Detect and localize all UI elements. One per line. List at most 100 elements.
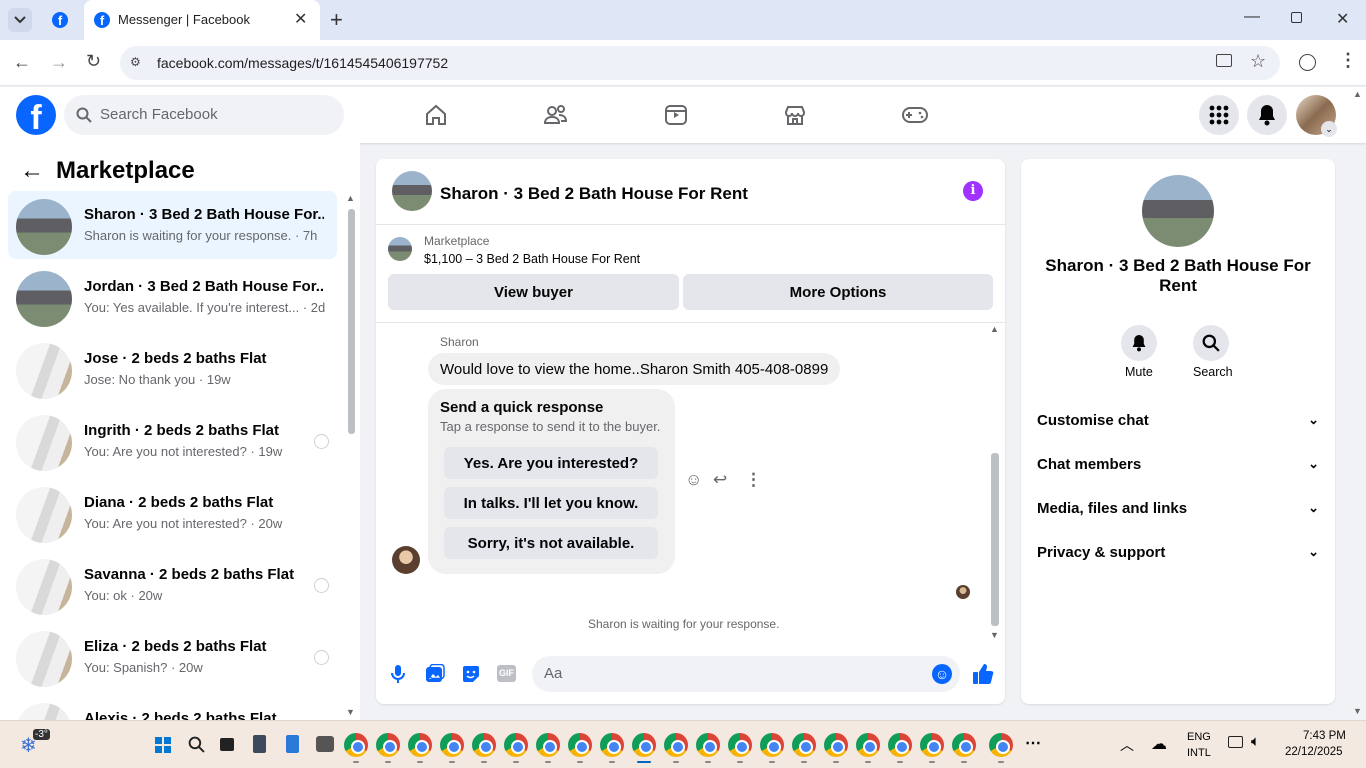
- close-window-icon[interactable]: ✕: [1336, 9, 1349, 29]
- message-input[interactable]: Aa ☺: [532, 656, 960, 692]
- chat-title[interactable]: Sharon · 3 Bed 2 Bath House For Rent: [440, 184, 748, 204]
- chrome-taskbar-icon[interactable]: [536, 733, 560, 757]
- app-icon[interactable]: [316, 736, 334, 752]
- conversation-item[interactable]: Alexis · 2 beds 2 baths Flat: [8, 695, 337, 720]
- mark-read-circle-icon[interactable]: [314, 434, 329, 449]
- language-code[interactable]: ENG: [1187, 731, 1211, 743]
- chat-info-icon[interactable]: i: [963, 181, 983, 201]
- mute-button[interactable]: [1121, 325, 1157, 361]
- conversation-item[interactable]: Sharon · 3 Bed 2 Bath House For... Sharon…: [8, 191, 337, 259]
- windows-start-icon[interactable]: [155, 737, 171, 753]
- conversation-item[interactable]: Jose · 2 beds 2 baths Flat Jose: No thank…: [8, 335, 337, 403]
- chrome-taskbar-icon[interactable]: [408, 733, 432, 757]
- marketplace-nav-icon[interactable]: [775, 97, 815, 133]
- chrome-taskbar-icon[interactable]: [472, 733, 496, 757]
- browser-menu-icon[interactable]: ⋮: [1339, 50, 1357, 71]
- new-tab-icon[interactable]: +: [330, 7, 343, 33]
- chrome-taskbar-icon[interactable]: [440, 733, 464, 757]
- notes-app-icon[interactable]: [286, 735, 299, 753]
- account-chevron-down-icon[interactable]: ⌄: [1321, 121, 1337, 137]
- chat-scroll-down-icon[interactable]: ▼: [990, 630, 999, 640]
- chrome-taskbar-icon[interactable]: [888, 733, 912, 757]
- details-listing-avatar[interactable]: [1142, 175, 1214, 247]
- profile-icon[interactable]: [1299, 54, 1316, 71]
- conversation-item[interactable]: Jordan · 3 Bed 2 Bath House For... You: Y…: [8, 263, 337, 331]
- page-scroll-down-icon[interactable]: ▼: [1353, 706, 1362, 716]
- chat-listing-avatar[interactable]: [392, 171, 432, 211]
- home-nav-icon[interactable]: [416, 97, 456, 133]
- calculator-icon[interactable]: [253, 735, 266, 753]
- gaming-nav-icon[interactable]: [895, 97, 935, 133]
- chrome-taskbar-icon[interactable]: [632, 733, 656, 757]
- chrome-taskbar-icon[interactable]: [952, 733, 976, 757]
- clock-time[interactable]: 7:43 PM: [1303, 730, 1346, 742]
- volume-icon[interactable]: 🔈︎: [1251, 733, 1260, 750]
- photo-icon[interactable]: [425, 664, 445, 684]
- page-scroll-up-icon[interactable]: ▲: [1353, 89, 1362, 99]
- conversation-item[interactable]: Diana · 2 beds 2 baths Flat You: Are you …: [8, 479, 337, 547]
- friends-nav-icon[interactable]: [536, 97, 576, 133]
- chrome-taskbar-icon[interactable]: [664, 733, 688, 757]
- chrome-taskbar-icon[interactable]: [760, 733, 784, 757]
- listing-price-title[interactable]: $1,100 – 3 Bed 2 Bath House For Rent: [424, 252, 640, 266]
- listing-thumbnail[interactable]: [388, 237, 412, 261]
- forward-icon[interactable]: →: [50, 52, 68, 73]
- chat-scrollbar-thumb[interactable]: [991, 453, 999, 626]
- reply-icon[interactable]: ↩: [713, 470, 727, 490]
- url-text[interactable]: facebook.com/messages/t/1614545406197752: [157, 55, 448, 71]
- site-info-icon[interactable]: ⚙: [130, 55, 146, 69]
- search-box[interactable]: Search Facebook: [64, 95, 344, 135]
- react-emoji-icon[interactable]: ☺: [685, 470, 702, 490]
- address-bar[interactable]: ⚙ facebook.com/messages/t/16145454061977…: [120, 46, 1280, 80]
- left-scroll-up-icon[interactable]: ▲: [346, 193, 355, 203]
- quick-reply-not-available[interactable]: Sorry, it's not available.: [444, 527, 658, 559]
- chrome-taskbar-icon[interactable]: [376, 733, 400, 757]
- keyboard-layout[interactable]: INTL: [1187, 747, 1211, 759]
- mark-read-circle-icon[interactable]: [314, 650, 329, 665]
- back-arrow-icon[interactable]: ←: [20, 157, 44, 185]
- mark-read-circle-icon[interactable]: [314, 578, 329, 593]
- media-files-links-section[interactable]: Media, files and links ⌄: [1037, 493, 1319, 523]
- message-bubble[interactable]: Would love to view the home..Sharon Smit…: [428, 353, 841, 385]
- left-scrollbar-thumb[interactable]: [348, 209, 355, 434]
- bookmark-star-icon[interactable]: ☆: [1250, 51, 1266, 72]
- search-in-chat-button[interactable]: [1193, 325, 1229, 361]
- install-app-icon[interactable]: [1216, 54, 1232, 67]
- chrome-taskbar-icon[interactable]: [792, 733, 816, 757]
- chrome-taskbar-icon[interactable]: [824, 733, 848, 757]
- conversation-item[interactable]: Savanna · 2 beds 2 baths Flat You: ok · 2…: [8, 551, 337, 619]
- sticker-icon[interactable]: [461, 664, 481, 684]
- gif-icon[interactable]: GIF: [497, 665, 516, 682]
- show-hidden-icons-chevron-icon[interactable]: ︿: [1120, 735, 1134, 755]
- chrome-taskbar-icon[interactable]: [600, 733, 624, 757]
- chrome-taskbar-icon[interactable]: [989, 733, 1013, 757]
- search-input[interactable]: Search Facebook: [100, 106, 218, 123]
- like-thumbs-up-icon[interactable]: [972, 663, 994, 685]
- emoji-icon[interactable]: ☺: [932, 664, 952, 684]
- chrome-taskbar-icon[interactable]: [504, 733, 528, 757]
- left-scroll-down-icon[interactable]: ▼: [346, 707, 355, 717]
- chrome-taskbar-icon[interactable]: [728, 733, 752, 757]
- notifications-bell-icon[interactable]: [1247, 95, 1287, 135]
- facebook-pinned-tab-icon[interactable]: f: [52, 12, 68, 28]
- video-nav-icon[interactable]: [656, 97, 696, 133]
- quick-reply-yes[interactable]: Yes. Are you interested?: [444, 447, 658, 479]
- message-more-icon[interactable]: ⋮: [745, 470, 762, 490]
- customise-chat-section[interactable]: Customise chat ⌄: [1037, 405, 1319, 435]
- chat-scroll-up-icon[interactable]: ▲: [990, 324, 999, 334]
- more-options-button[interactable]: More Options: [683, 274, 993, 310]
- conversation-item[interactable]: Ingrith · 2 beds 2 baths Flat You: Are yo…: [8, 407, 337, 475]
- reload-icon[interactable]: ↻: [86, 51, 101, 72]
- close-tab-icon[interactable]: ✕: [294, 9, 307, 29]
- view-buyer-button[interactable]: View buyer: [388, 274, 679, 310]
- sender-avatar[interactable]: [392, 546, 420, 574]
- taskbar-search-icon[interactable]: [188, 736, 205, 753]
- tab-messenger[interactable]: f Messenger | Facebook ✕: [84, 0, 320, 40]
- restore-icon[interactable]: [1291, 12, 1302, 23]
- chrome-taskbar-icon[interactable]: [696, 733, 720, 757]
- weather-temperature[interactable]: -3°: [33, 729, 50, 740]
- task-view-icon[interactable]: [220, 738, 234, 751]
- taskbar-overflow-icon[interactable]: ⋯: [1025, 733, 1041, 753]
- chrome-taskbar-icon[interactable]: [568, 733, 592, 757]
- facebook-logo-icon[interactable]: f: [16, 95, 56, 135]
